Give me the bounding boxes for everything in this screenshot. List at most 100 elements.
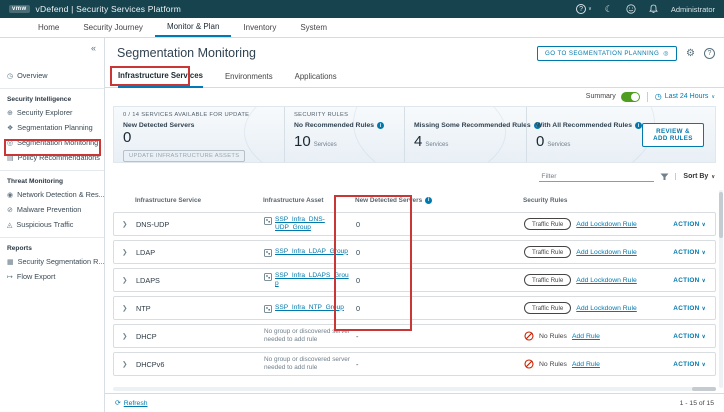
services-unit: Services [314,142,337,148]
spacer [536,112,642,120]
user-menu[interactable]: Administrator [671,5,715,14]
filter-input[interactable] [539,172,654,182]
add-lockdown-rule-link[interactable]: Add Lockdown Rule [576,277,636,284]
time-range-dropdown[interactable]: ◷ Last 24 Hours ∨ [655,92,715,101]
dark-mode-button[interactable]: ☾ [605,5,613,14]
tab-environments[interactable]: Environments [225,72,273,87]
asset-group-link[interactable]: SSP_Infra_LDAPS_Group [275,272,350,288]
col-infrastructure-service[interactable]: Infrastructure Service [135,197,263,204]
sidebar-item-suspicious-traffic[interactable]: ◬Suspicious Traffic [0,217,104,232]
traffic-rule-badge[interactable]: Traffic Rule [524,218,571,230]
review-add-rules-button[interactable]: REVIEW & ADD RULES [642,123,704,147]
refresh-label: Refresh [124,400,148,407]
main-content: Segmentation Monitoring GO TO SEGMENTATI… [105,38,724,412]
add-rule-link[interactable]: Add Rule [572,333,600,340]
expand-chevron-icon[interactable]: ❯ [114,248,136,256]
page-head: Segmentation Monitoring GO TO SEGMENTATI… [105,38,724,66]
expand-chevron-icon[interactable]: ❯ [114,276,136,284]
chevron-down-icon: ∨ [702,306,706,312]
add-lockdown-rule-link[interactable]: Add Lockdown Rule [576,249,636,256]
services-unit: Services [425,142,448,148]
no-rules-label: No Rules [539,333,567,340]
vertical-scrollbar-thumb[interactable] [719,192,723,238]
ndr-icon: ◉ [7,191,13,199]
add-lockdown-rule-link[interactable]: Add Lockdown Rule [576,305,636,312]
sidebar-item-segmentation-monitoring[interactable]: ◎Segmentation Monitoring [0,135,104,150]
sidebar-item-overview[interactable]: ◷Overview [0,68,104,83]
vertical-scrollbar[interactable] [719,190,723,388]
export-icon: ↦ [7,273,13,281]
expand-chevron-icon[interactable]: ❯ [114,220,136,228]
settings-button[interactable]: ⚙ [686,49,695,59]
traffic-rule-badge[interactable]: Traffic Rule [524,302,571,314]
infrastructure-service-name: DHCP [136,332,264,341]
add-rule-link[interactable]: Add Rule [572,361,600,368]
asset-group-link[interactable]: SSP_Infra_NTP_Group [275,304,344,312]
horizontal-scrollbar[interactable] [113,387,716,391]
nav-item-home[interactable]: Home [26,18,71,37]
action-dropdown[interactable]: ACTION ∨ [651,333,715,340]
action-dropdown[interactable]: ACTION ∨ [651,221,715,228]
table-row-dhcpv6: ❯DHCPv6No group or discovered server nee… [113,352,716,376]
sidebar-item-malware-prevention[interactable]: ⊘Malware Prevention [0,202,104,217]
funnel-icon[interactable] [660,173,669,181]
infrastructure-asset-cell: SSP_Infra_DNS-UDP_Group [264,216,356,232]
infrastructure-asset-cell: No group or discovered server needed to … [264,356,356,372]
sidebar-item-label: Security Explorer [17,108,73,117]
col-infrastructure-asset[interactable]: Infrastructure Asset [263,197,355,204]
sidebar-item-segmentation-planning[interactable]: ❖Segmentation Planning [0,120,104,135]
expand-chevron-icon[interactable]: ❯ [114,304,136,312]
summary-band: 0 / 14 SERVICES AVAILABLE FOR UPDATE New… [113,106,716,163]
summary-toggle[interactable] [621,92,640,102]
traffic-rule-badge[interactable]: Traffic Rule [524,274,571,286]
nav-item-monitor-plan[interactable]: Monitor & Plan [155,18,231,37]
horizontal-scrollbar-thumb[interactable] [692,387,716,391]
sidebar-collapse-button[interactable]: « [0,40,104,56]
chevron-down-icon: ∨ [702,334,706,340]
tab-applications[interactable]: Applications [295,72,337,87]
go-to-segmentation-planning-button[interactable]: GO TO SEGMENTATION PLANNING ◎ [537,46,677,61]
action-dropdown[interactable]: ACTION ∨ [651,361,715,368]
refresh-button[interactable]: ⟳ Refresh [115,399,148,407]
asset-group-link[interactable]: SSP_Infra_LDAP_Group [275,248,348,256]
chevron-down-icon: ∨ [702,278,706,284]
sidebar-item-security-segmentation-r[interactable]: ▦Security Segmentation R... [0,254,104,269]
sidebar-item-policy-recommendations[interactable]: ▤Policy Recommendations [0,150,104,165]
col-security-rules[interactable]: Security Rules [523,197,652,204]
action-dropdown[interactable]: ACTION ∨ [651,249,715,256]
monitoring-icon: ◎ [7,139,13,147]
add-lockdown-rule-link[interactable]: Add Lockdown Rule [576,221,636,228]
notifications-button[interactable] [649,4,658,14]
sidebar-item-security-explorer[interactable]: ⊕Security Explorer [0,105,104,120]
sidebar-item-flow-export[interactable]: ↦Flow Export [0,269,104,284]
nav-item-system[interactable]: System [288,18,339,37]
tab-infrastructure-services[interactable]: Infrastructure Services [118,71,203,88]
top-bar-actions: ? ∨ ☾ Administrator [576,4,715,14]
action-dropdown[interactable]: ACTION ∨ [651,277,715,284]
expand-chevron-icon[interactable]: ❯ [114,332,136,340]
chevron-down-icon: ∨ [702,222,706,228]
col-new-detected-servers[interactable]: New Detected Servers i [355,197,523,204]
action-dropdown[interactable]: ACTION ∨ [651,305,715,312]
info-icon[interactable]: i [377,122,384,129]
info-icon[interactable]: i [425,197,432,204]
info-icon[interactable]: i [635,122,642,129]
update-infrastructure-assets-button[interactable]: UPDATE INFRASTRUCTURE ASSETS [123,150,245,162]
asset-group-link[interactable]: SSP_Infra_DNS-UDP_Group [275,216,350,232]
expand-chevron-icon[interactable]: ❯ [114,360,136,368]
sidebar-item-label: Malware Prevention [17,205,82,214]
services-unit: Services [547,142,570,148]
nav-item-security-journey[interactable]: Security Journey [71,18,155,37]
feedback-button[interactable] [626,4,636,14]
traffic-rule-badge[interactable]: Traffic Rule [524,246,571,258]
group-icon [264,305,272,313]
sidebar-item-network-detection-res[interactable]: ◉Network Detection & Res... [0,187,104,202]
table-row-ldaps: ❯LDAPSSSP_Infra_LDAPS_Group0Traffic Rule… [113,268,716,292]
security-rules-cell: Traffic Rule Add Lockdown Rule [524,246,651,258]
nav-item-inventory[interactable]: Inventory [231,18,288,37]
group-icon [264,249,272,257]
help-menu-button[interactable]: ? ∨ [576,4,592,14]
page-help-button[interactable]: ? [704,48,715,59]
gauge-icon: ◷ [7,72,13,80]
sort-by-dropdown[interactable]: Sort By ∨ [675,173,715,180]
